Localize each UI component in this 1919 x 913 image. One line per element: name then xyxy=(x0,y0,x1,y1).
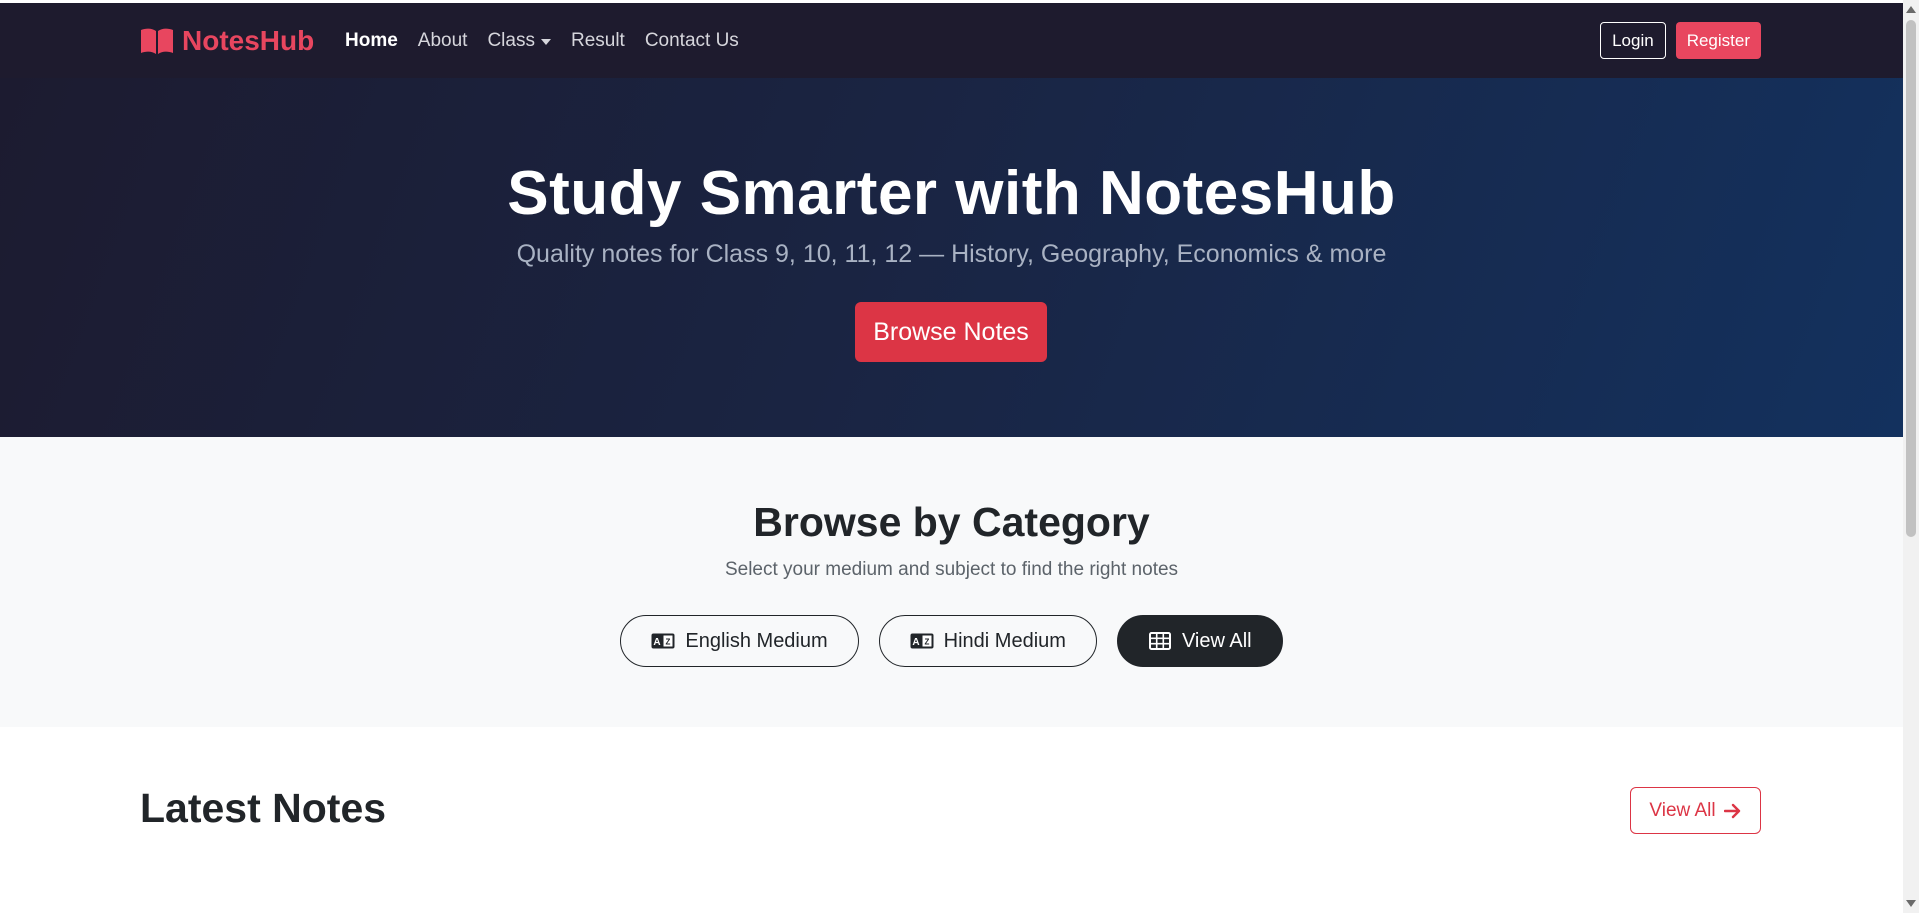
hero-title: Study Smarter with NotesHub xyxy=(507,159,1396,228)
nav-dropdown-class[interactable]: Class xyxy=(487,30,551,52)
caret-down-icon xyxy=(540,38,551,45)
svg-text:A: A xyxy=(912,637,919,648)
login-button[interactable]: Login xyxy=(1600,22,1666,59)
english-medium-button[interactable]: A Z English Medium xyxy=(620,615,859,667)
view-all-notes-label: View All xyxy=(1649,799,1716,821)
category-buttons: A Z English Medium A Z Hindi Medium View… xyxy=(0,615,1903,667)
arrow-right-icon xyxy=(1723,803,1740,818)
scroll-up-arrow-icon[interactable] xyxy=(1906,6,1916,13)
scroll-down-arrow-icon[interactable] xyxy=(1906,900,1916,907)
latest-notes-title: Latest Notes xyxy=(140,785,387,831)
category-subtitle: Select your medium and subject to find t… xyxy=(724,559,1179,580)
svg-text:A: A xyxy=(654,637,661,648)
view-all-category-label: View All xyxy=(1181,629,1252,652)
scroll-thumb[interactable] xyxy=(1906,20,1916,537)
view-all-category-button[interactable]: View All xyxy=(1116,615,1283,667)
language-icon: A Z xyxy=(910,633,934,649)
brand-name: NotesHub xyxy=(182,24,315,56)
language-icon: A Z xyxy=(651,633,675,649)
hindi-medium-label: Hindi Medium xyxy=(943,629,1066,652)
nav-link-result[interactable]: Result xyxy=(571,30,625,52)
hindi-medium-button[interactable]: A Z Hindi Medium xyxy=(878,615,1097,667)
hero-section: Study Smarter with NotesHub Quality note… xyxy=(0,78,1903,437)
category-title: Browse by Category xyxy=(753,499,1150,545)
vertical-scrollbar[interactable] xyxy=(1903,0,1919,913)
nav-link-class-label: Class xyxy=(487,29,535,51)
register-button[interactable]: Register xyxy=(1675,22,1761,59)
navbar: NotesHub Home About Class Result Contact… xyxy=(0,3,1903,78)
brand-logo[interactable]: NotesHub xyxy=(140,3,314,78)
category-section: Browse by Category Select your medium an… xyxy=(0,437,1903,727)
nav-link-about[interactable]: About xyxy=(418,30,468,52)
hero-subtitle: Quality notes for Class 9, 10, 11, 12 — … xyxy=(516,240,1387,268)
english-medium-label: English Medium xyxy=(685,629,828,652)
auth-buttons: Login Register xyxy=(1600,3,1761,78)
view-all-notes-button[interactable]: View All xyxy=(1630,787,1761,834)
nav-link-home[interactable]: Home xyxy=(345,30,398,52)
svg-text:Z: Z xyxy=(666,638,671,647)
grid-icon xyxy=(1148,632,1171,650)
nav-link-contact-us[interactable]: Contact Us xyxy=(645,30,739,52)
nav-links: Home About Class Result Contact Us xyxy=(345,3,739,78)
book-open-icon xyxy=(141,28,173,54)
page: NotesHub Home About Class Result Contact… xyxy=(0,0,1903,913)
browse-notes-button[interactable]: Browse Notes xyxy=(855,302,1047,362)
svg-text:Z: Z xyxy=(924,638,929,647)
